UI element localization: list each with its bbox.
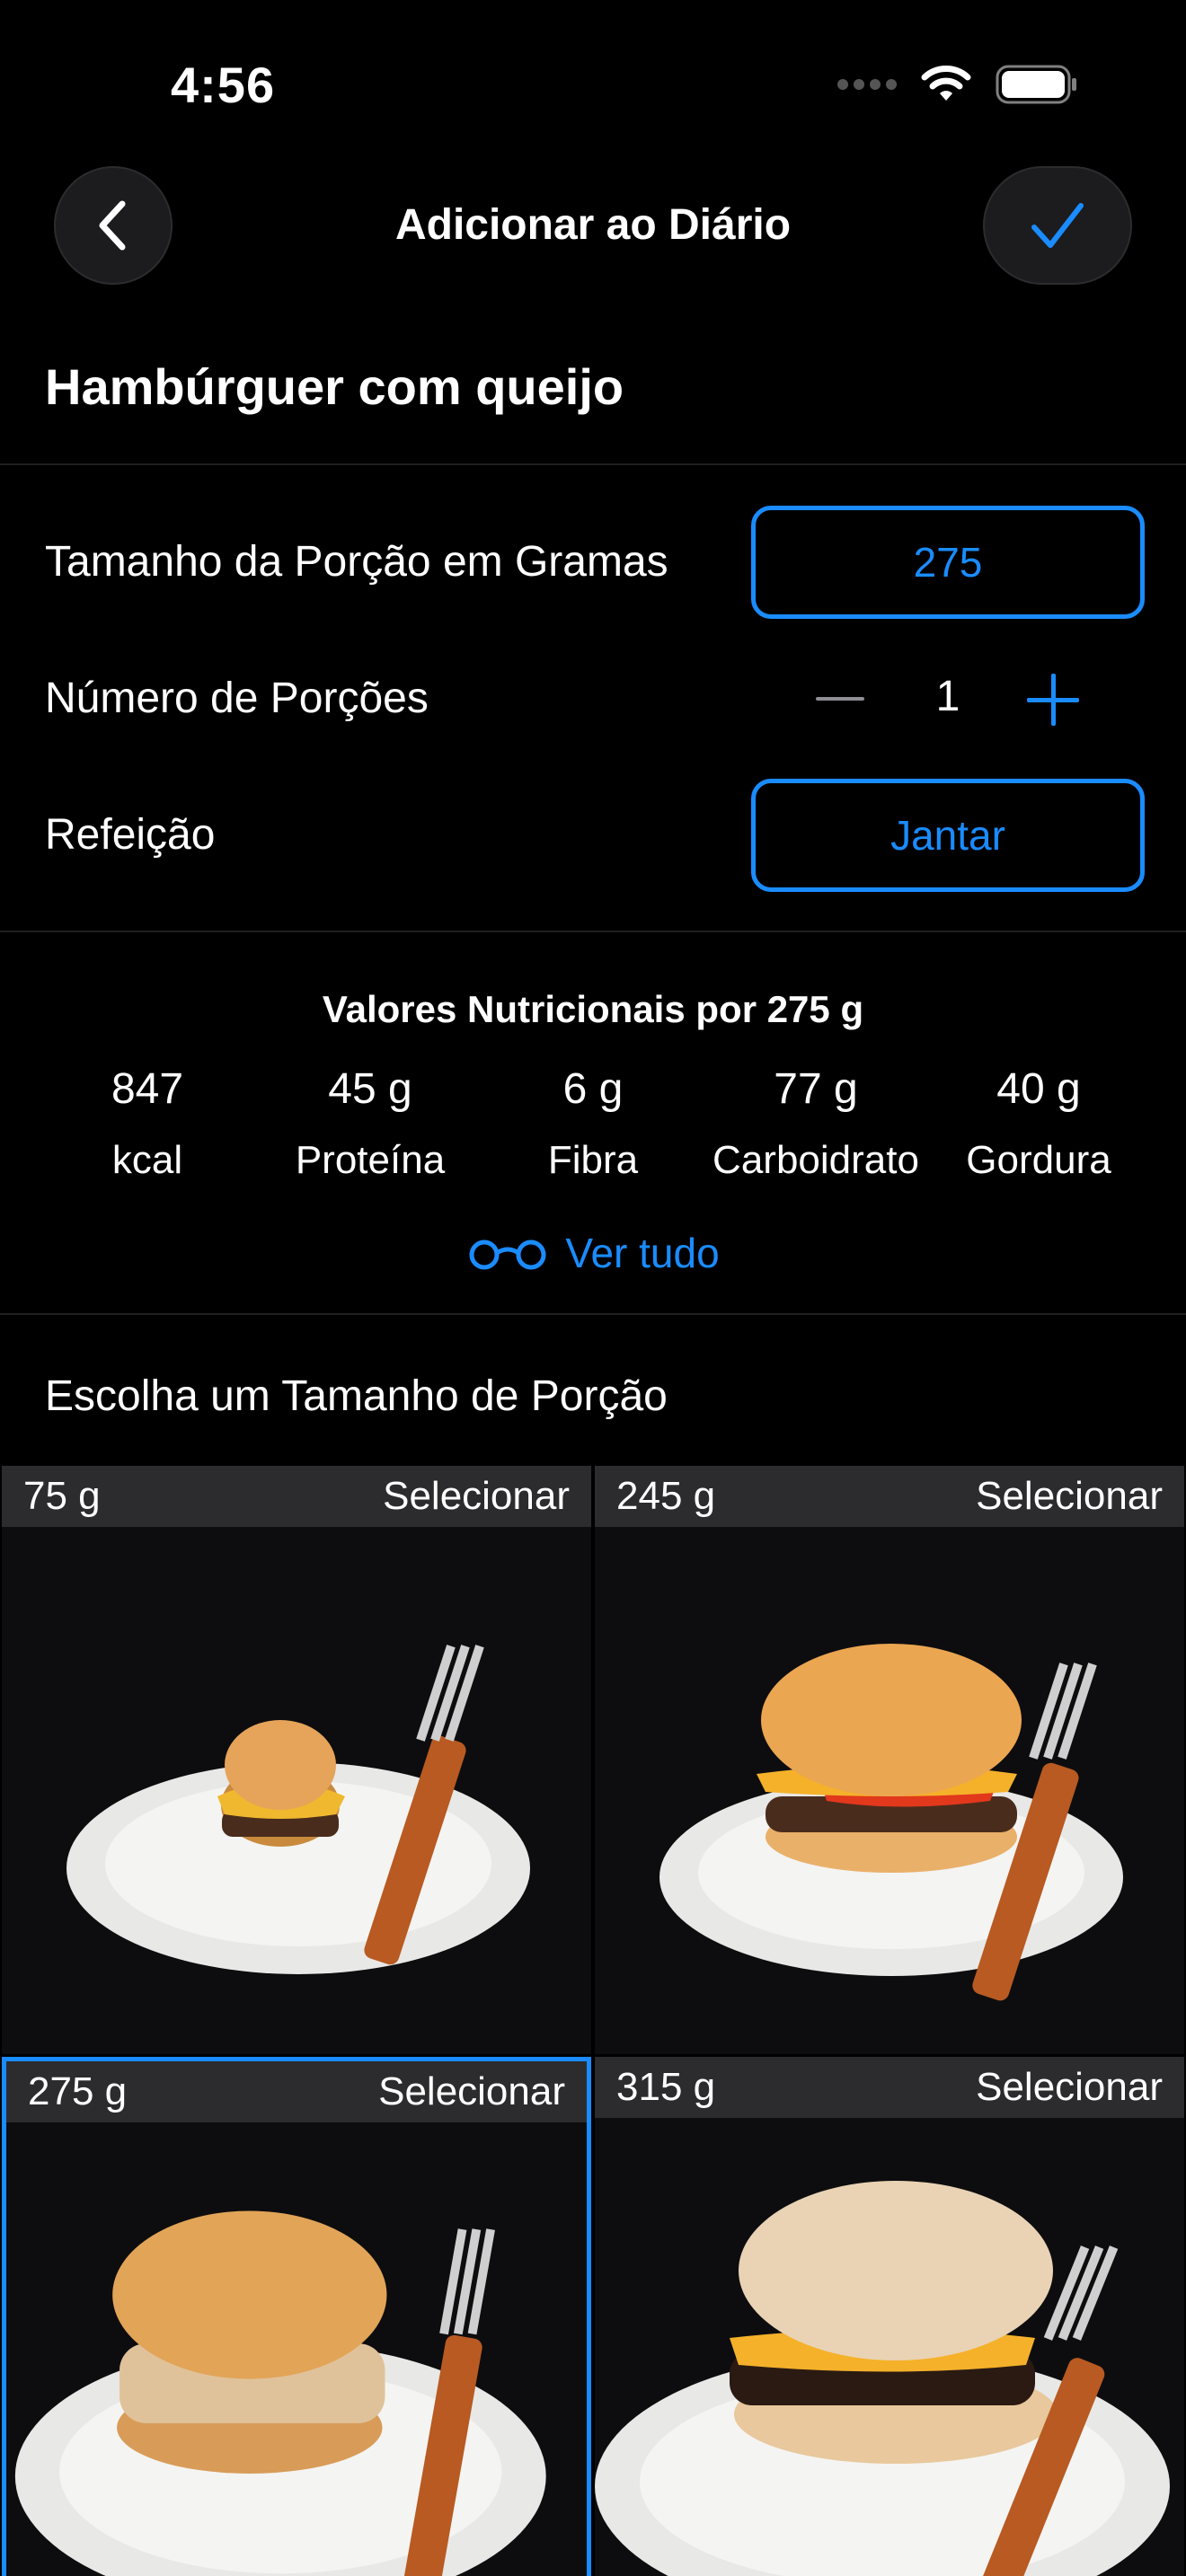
select-button[interactable]: Selecionar [378,2069,565,2114]
burger-image [66,1645,530,1974]
nutrition-label: kcal [111,1138,183,1182]
portion-option-header: 245 g Selecionar [595,1466,1184,1527]
nutrition-item: 40 g Gordura [927,1064,1150,1183]
select-button[interactable]: Selecionar [976,1474,1163,1519]
servings-label: Número de Porções [45,675,429,722]
portion-option-header: 315 g Selecionar [595,2057,1184,2118]
divider [0,463,1186,465]
glasses-icon [469,1239,546,1270]
portion-size-input[interactable]: 275 [751,506,1145,619]
burger-image [595,2181,1170,2576]
battery-icon [996,65,1076,104]
checkmark-icon [1031,203,1084,248]
burger-image [14,2210,546,2576]
portion-grams: 275 g [28,2069,128,2113]
nutrition-item: 847 kcal [36,1064,259,1183]
select-button[interactable]: Selecionar [383,1474,570,1519]
nutrition-label: Carboidrato [712,1138,919,1182]
divider [0,931,1186,932]
nutrition-label: Proteína [295,1138,446,1182]
cellular-signal-icon [837,79,897,90]
portion-option-275[interactable]: 275 g Selecionar [2,2057,591,2576]
nutrition-value: 40 g [996,1065,1081,1113]
nutrition-item: 45 g Proteína [259,1064,482,1183]
food-name: Hambúrguer com queijo [45,358,624,415]
nutrition-value: 77 g [774,1065,858,1113]
divider [0,1313,1186,1315]
nutrition-item: 6 g Fibra [482,1064,704,1183]
see-all-button[interactable]: Ver tudo [0,1229,1186,1277]
portion-option-315[interactable]: 315 g Selecionar [595,2057,1184,2576]
portion-grams: 75 g [23,1474,101,1518]
portion-option-header: 75 g Selecionar [2,1466,591,1527]
nutrition-value: 45 g [328,1065,412,1113]
nutrition-label: Gordura [966,1138,1111,1182]
nutrition-value: 6 g [562,1065,624,1113]
meal-select[interactable]: Jantar [751,779,1145,892]
nutrition-item: 77 g Carboidrato [704,1064,927,1183]
nutrition-summary: 847 kcal 45 g Proteína 6 g Fibra 77 g Ca… [36,1064,1150,1183]
portion-section-title: Escolha um Tamanho de Porção [45,1372,668,1420]
portion-size-label: Tamanho da Porção em Gramas [45,538,668,586]
confirm-button[interactable] [983,166,1132,285]
nutrition-value: 847 [111,1065,184,1113]
status-time: 4:56 [171,57,276,113]
see-all-label: Ver tudo [565,1230,720,1276]
portion-grams: 245 g [616,1474,716,1518]
portion-option-75[interactable]: 75 g Selecionar [2,1466,591,2054]
status-icons [837,65,1078,104]
meal-label: Refeição [45,811,216,859]
portion-grams: 315 g [616,2065,716,2109]
portion-option-245[interactable]: 245 g Selecionar [595,1466,1184,2054]
servings-value: 1 [935,673,960,720]
portion-option-header: 275 g Selecionar [6,2061,587,2122]
select-button[interactable]: Selecionar [976,2065,1163,2110]
burger-image [659,1644,1123,2001]
wifi-icon [921,66,971,101]
nutrition-title: Valores Nutricionais por 275 g [322,988,864,1030]
increment-button[interactable] [1027,674,1079,726]
nutrition-label: Fibra [547,1138,639,1182]
nav-bar: Adicionar ao Diário [0,166,1186,287]
status-bar: 4:56 [0,0,1186,171]
decrement-button[interactable] [816,697,864,701]
